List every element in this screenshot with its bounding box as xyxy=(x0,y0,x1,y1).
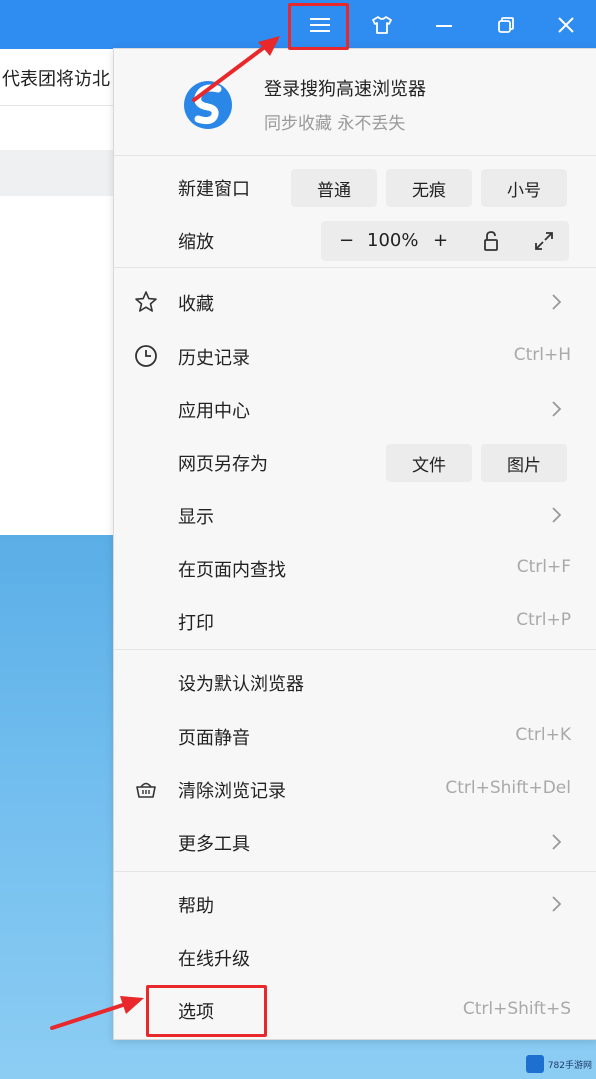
clock-icon xyxy=(134,344,158,368)
menu-item-app-center[interactable]: 应用中心 xyxy=(114,384,596,434)
shortcut-text: Ctrl+Shift+Del xyxy=(445,778,571,798)
shortcut-text: Ctrl+H xyxy=(513,345,571,365)
zoom-out-button[interactable]: − xyxy=(339,230,354,251)
watermark-logo: 782手游网 xyxy=(525,1055,592,1073)
menu-item-label: 应用中心 xyxy=(178,401,250,422)
menu-item-favorites[interactable]: 收藏 xyxy=(114,277,596,327)
menu-item-mute-page[interactable]: 页面静音 Ctrl+K xyxy=(114,711,596,761)
zoom-row: 缩放 − 100% + xyxy=(114,215,596,265)
restore-icon xyxy=(496,15,516,35)
basket-icon xyxy=(134,777,158,801)
minimize-button[interactable] xyxy=(424,6,464,44)
login-subtitle: 同步收藏 永不丢失 xyxy=(264,114,406,134)
shortcut-text: Ctrl+F xyxy=(516,557,571,577)
menu-item-label: 在线升级 xyxy=(178,949,250,970)
skin-button[interactable] xyxy=(362,6,402,44)
new-window-row: 新建窗口 普通 无痕 小号 xyxy=(114,162,596,212)
menu-item-set-default[interactable]: 设为默认浏览器 xyxy=(114,657,596,707)
menu-item-label: 显示 xyxy=(178,507,214,528)
divider xyxy=(114,871,596,872)
restore-button[interactable] xyxy=(486,6,526,44)
chevron-right-icon xyxy=(552,896,562,912)
new-window-incognito-button[interactable]: 无痕 xyxy=(386,169,472,207)
shortcut-text: Ctrl+P xyxy=(516,610,571,630)
minimize-icon xyxy=(434,15,454,35)
divider xyxy=(114,649,596,650)
divider xyxy=(114,267,596,268)
zoom-label: 缩放 xyxy=(178,232,214,253)
menu-item-find-in-page[interactable]: 在页面内查找 Ctrl+F xyxy=(114,543,596,593)
save-as-file-button[interactable]: 文件 xyxy=(386,444,472,482)
arrow-to-menu-icon xyxy=(192,36,280,102)
menu-item-label: 帮助 xyxy=(178,896,214,917)
star-icon xyxy=(134,290,158,314)
close-button[interactable] xyxy=(546,6,586,44)
browser-main-menu: 登录搜狗高速浏览器 同步收藏 永不丢失 新建窗口 普通 无痕 小号 缩放 − 1… xyxy=(113,48,596,1040)
menu-item-label: 清除浏览记录 xyxy=(178,781,286,802)
shirt-icon xyxy=(371,15,393,35)
menu-item-label: 打印 xyxy=(178,613,214,634)
chevron-right-icon xyxy=(552,401,562,417)
options-item-highlight xyxy=(146,985,267,1037)
chevron-right-icon xyxy=(552,294,562,310)
menu-item-label: 在页面内查找 xyxy=(178,560,286,581)
headline-text[interactable]: 代表团将访北 xyxy=(2,65,110,91)
zoom-in-button[interactable]: + xyxy=(433,230,448,251)
menu-item-clear-history[interactable]: 清除浏览记录 Ctrl+Shift+Del xyxy=(114,764,596,814)
zoom-controls: − 100% + xyxy=(321,221,569,261)
menu-item-online-upgrade[interactable]: 在线升级 xyxy=(114,932,596,982)
page-toolbar-strip xyxy=(0,150,114,196)
menu-item-history[interactable]: 历史记录 Ctrl+H xyxy=(114,331,596,381)
menu-item-more-tools[interactable]: 更多工具 xyxy=(114,817,596,867)
page-headline[interactable]: 代表团将访北 xyxy=(0,49,114,106)
menu-item-save-page-as: 网页另存为 文件 图片 xyxy=(114,437,596,487)
menu-item-label: 更多工具 xyxy=(178,834,250,855)
new-window-alt-account-button[interactable]: 小号 xyxy=(481,169,567,207)
fullscreen-icon[interactable] xyxy=(533,230,555,256)
menu-item-label: 网页另存为 xyxy=(178,454,268,475)
chevron-right-icon xyxy=(552,834,562,850)
chevron-right-icon xyxy=(552,507,562,523)
menu-item-label: 历史记录 xyxy=(178,348,250,369)
new-window-label: 新建窗口 xyxy=(178,179,250,200)
shortcut-text: Ctrl+Shift+S xyxy=(462,999,571,1019)
zoom-value: 100% xyxy=(367,230,419,251)
save-as-image-button[interactable]: 图片 xyxy=(481,444,567,482)
shortcut-text: Ctrl+K xyxy=(515,725,571,745)
menu-item-display[interactable]: 显示 xyxy=(114,490,596,540)
menu-button-highlight xyxy=(288,3,349,50)
menu-item-help[interactable]: 帮助 xyxy=(114,879,596,929)
divider xyxy=(114,155,596,156)
menu-item-label: 设为默认浏览器 xyxy=(178,674,304,695)
arrow-to-options-icon xyxy=(50,996,144,1030)
menu-item-print[interactable]: 打印 Ctrl+P xyxy=(114,596,596,646)
lock-zoom-icon[interactable] xyxy=(481,230,501,256)
new-window-normal-button[interactable]: 普通 xyxy=(291,169,377,207)
close-icon xyxy=(556,15,576,35)
menu-item-label: 收藏 xyxy=(178,294,214,315)
menu-item-label: 页面静音 xyxy=(178,728,250,749)
